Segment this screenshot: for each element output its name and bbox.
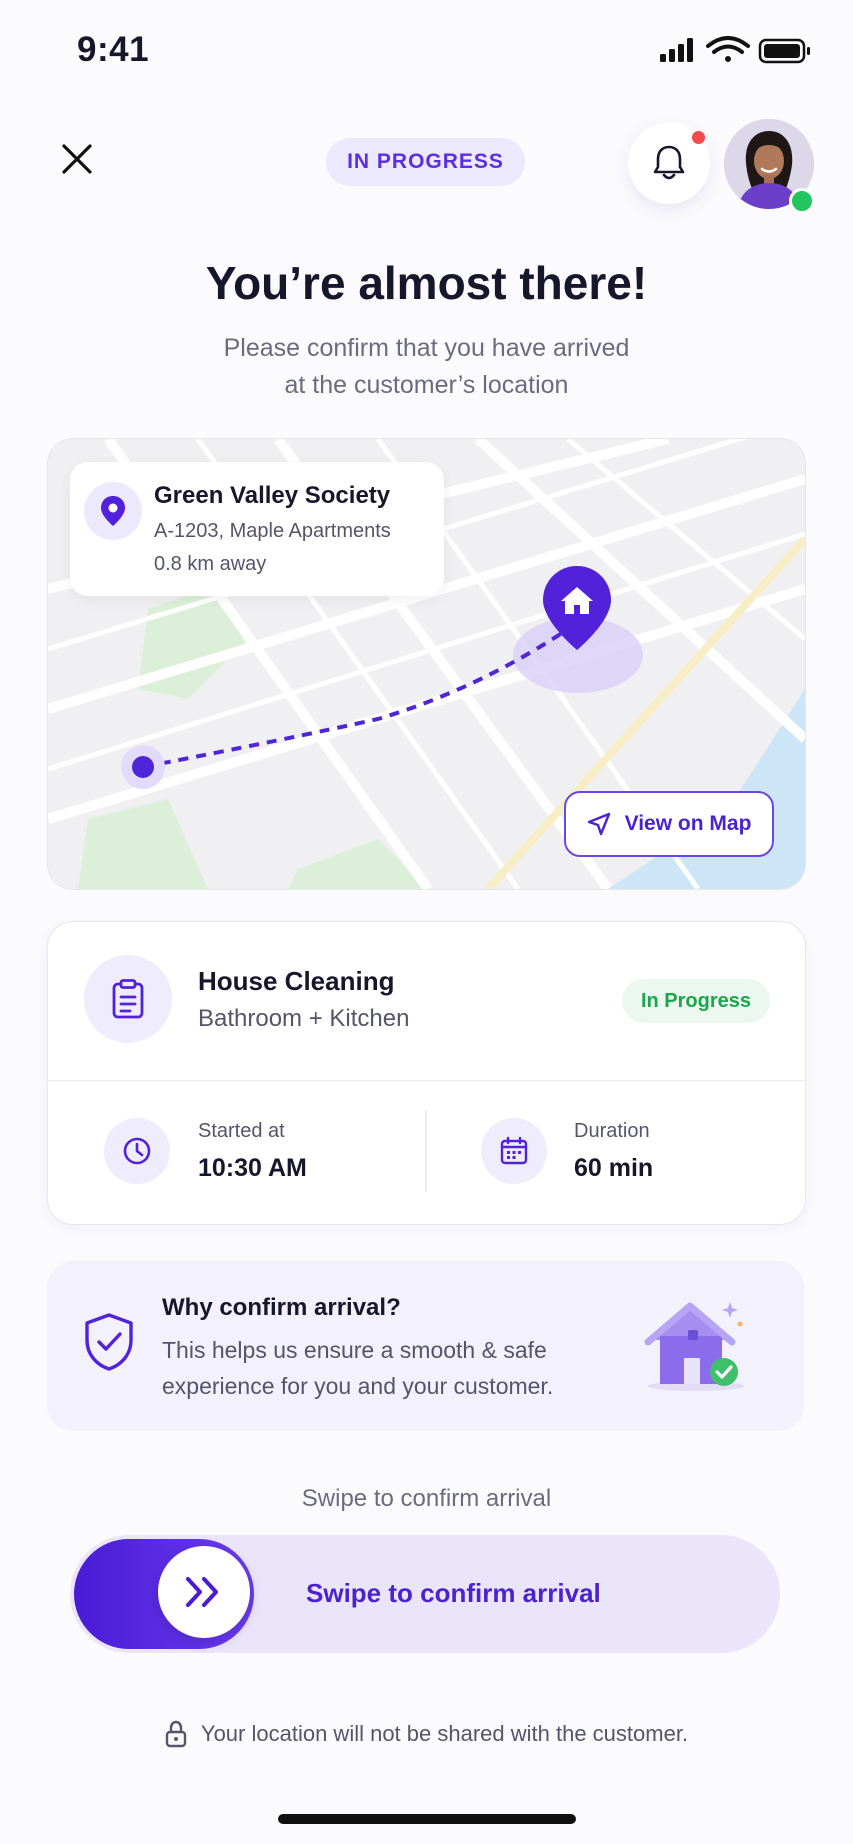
status-icons (660, 36, 810, 64)
view-on-map-button[interactable]: View on Map (564, 791, 774, 857)
status-badge: IN PROGRESS (326, 138, 525, 186)
online-indicator (789, 188, 815, 214)
notification-dot (692, 131, 705, 144)
location-pin-icon-wrap (84, 482, 142, 540)
destination-pin-icon (543, 566, 611, 650)
task-subtitle: Bathroom + Kitchen (198, 1005, 410, 1032)
clock-icon (123, 1137, 151, 1165)
duration-label: Duration (574, 1120, 650, 1142)
lock-icon (165, 1720, 187, 1748)
privacy-note: Your location will not be shared with th… (0, 1720, 853, 1748)
task-status-pill: In Progress (622, 979, 770, 1023)
subtitle-line-2: at the customer’s location (284, 371, 569, 399)
place-name: Green Valley Society (154, 482, 391, 509)
location-info-card: Green Valley Society A-1203, Maple Apart… (70, 462, 444, 596)
clipboard-icon (112, 979, 144, 1019)
started-label: Started at (198, 1120, 285, 1142)
close-button[interactable] (52, 134, 102, 184)
status-time: 9:41 (77, 30, 150, 69)
place-address: A-1203, Maple Apartments (154, 520, 391, 542)
clipboard-icon-wrap (84, 955, 172, 1043)
bell-icon (653, 145, 685, 180)
house-check-illustration (644, 1302, 744, 1391)
duration-value: 60 min (574, 1154, 654, 1182)
subtitle-line-1: Please confirm that you have arrived (223, 334, 630, 362)
shield-check-icon (85, 1313, 133, 1371)
calendar-icon-wrap (481, 1118, 547, 1184)
info-title: Why confirm arrival? (162, 1294, 401, 1321)
started-value: 10:30 AM (198, 1154, 307, 1182)
task-title: House Cleaning (198, 966, 395, 996)
battery-icon (758, 38, 810, 64)
privacy-text: Your location will not be shared with th… (200, 1721, 689, 1746)
wifi-icon (706, 36, 750, 62)
page-title: You’re almost there! (205, 257, 648, 309)
home-indicator[interactable] (278, 1814, 576, 1824)
double-chevron-right-icon (186, 1577, 218, 1607)
view-on-map-label: View on Map (624, 812, 752, 835)
divider-vertical (425, 1110, 427, 1192)
signal-icon (660, 38, 693, 62)
navigation-arrow-icon (587, 812, 610, 836)
divider (47, 1080, 804, 1081)
swipe-label: Swipe to confirm arrival (306, 1578, 601, 1608)
place-distance: 0.8 km away (154, 553, 267, 575)
swipe-handle[interactable] (158, 1546, 250, 1638)
location-pin-icon (101, 496, 125, 526)
swipe-hint: Swipe to confirm arrival (301, 1485, 552, 1512)
info-text: This helps us ensure a smooth & safe exp… (162, 1337, 554, 1399)
clock-icon-wrap (104, 1118, 170, 1184)
calendar-icon (500, 1136, 528, 1165)
page-subtitle: Please confirm that you have arrived at … (0, 330, 853, 404)
close-icon (62, 144, 92, 174)
